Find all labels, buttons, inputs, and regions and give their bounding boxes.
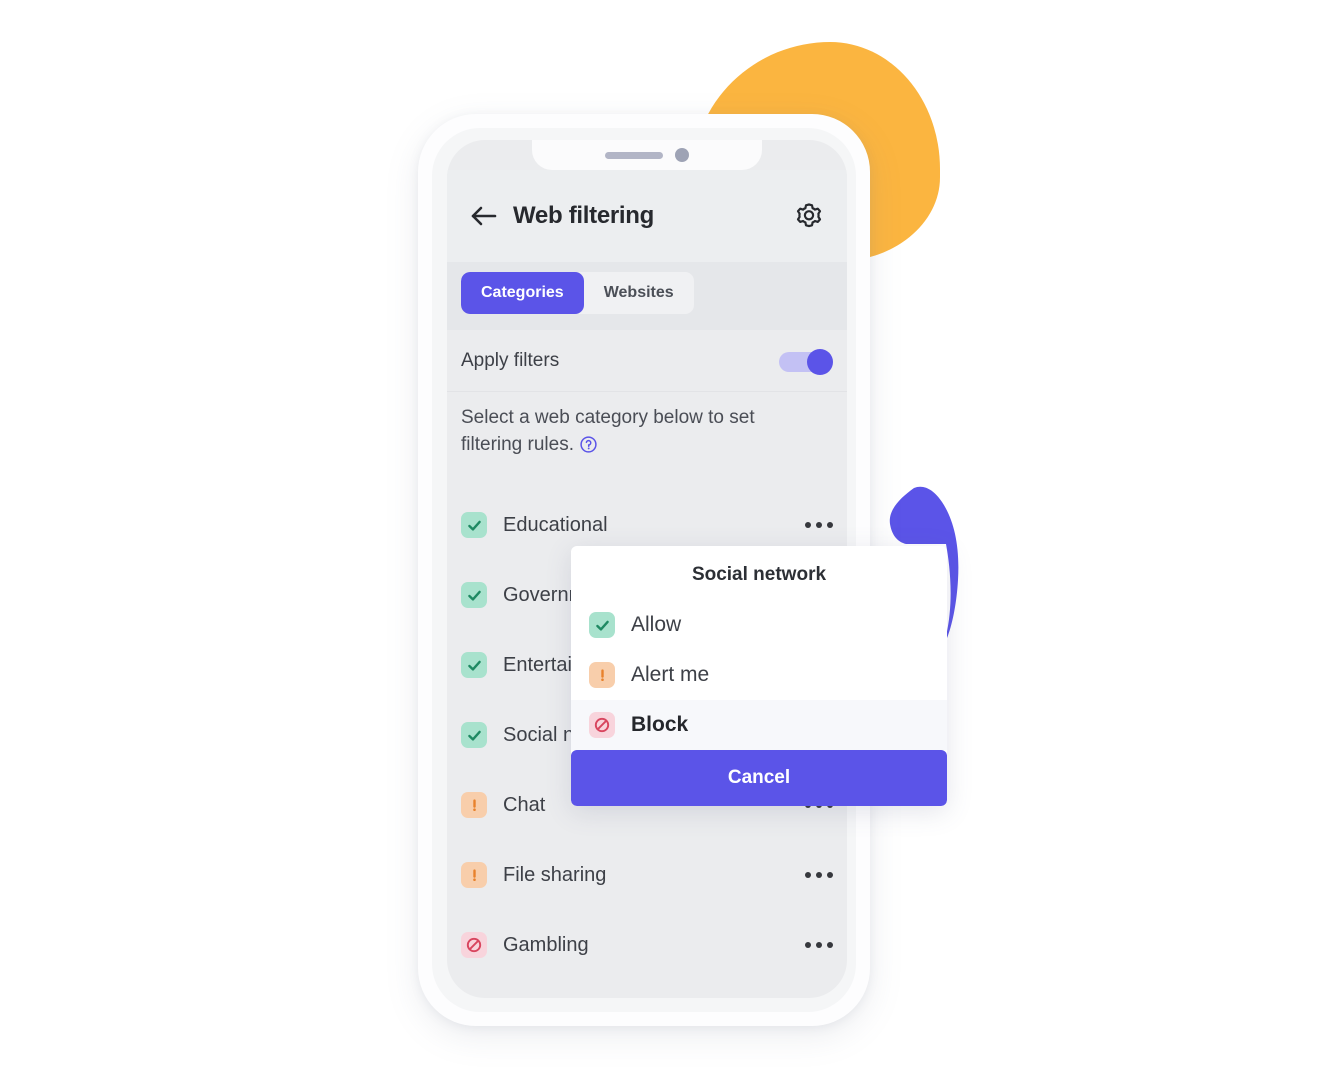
tab-categories[interactable]: Categories: [461, 272, 584, 314]
more-horizontal-icon[interactable]: [805, 522, 833, 528]
gear-icon[interactable]: [793, 200, 825, 232]
apply-filters-toggle[interactable]: [779, 348, 833, 375]
option-label: Alert me: [631, 663, 710, 686]
check-icon: [461, 582, 487, 608]
alert-icon: [461, 862, 487, 888]
app-header: Web filtering: [447, 170, 847, 262]
check-icon: [461, 512, 487, 538]
category-row-gambling[interactable]: Gambling: [447, 910, 847, 980]
phone-notch: [532, 140, 762, 170]
category-label: Educational: [503, 513, 608, 536]
tab-websites[interactable]: Websites: [584, 272, 694, 314]
check-icon: [461, 722, 487, 748]
apply-filters-label: Apply filters: [461, 349, 560, 371]
action-sheet-dialog: Social network Allow Alert me Block Canc…: [571, 546, 947, 806]
category-label: Chat: [503, 793, 546, 816]
block-icon: [589, 712, 615, 738]
illustration-stage: Web filtering Categories Websites Apply …: [0, 0, 1333, 1080]
apply-filters-row: Apply filters: [447, 330, 847, 392]
category-label: File sharing: [503, 863, 607, 886]
category-row-file-sharing[interactable]: File sharing: [447, 840, 847, 910]
more-horizontal-icon[interactable]: [805, 942, 833, 948]
action-sheet-option-block[interactable]: Block: [571, 700, 947, 750]
question-circle-icon[interactable]: [580, 436, 597, 453]
check-icon: [589, 612, 615, 638]
alert-icon: [461, 792, 487, 818]
alert-icon: [589, 662, 615, 688]
action-sheet-option-alert-me[interactable]: Alert me: [571, 650, 947, 700]
description-block: Select a web category below to set filte…: [461, 404, 791, 458]
tab-bar: Categories Websites: [447, 262, 847, 330]
front-camera-icon: [675, 148, 689, 162]
category-label: Gambling: [503, 933, 589, 956]
more-horizontal-icon[interactable]: [805, 872, 833, 878]
block-icon: [461, 932, 487, 958]
tab-group: Categories Websites: [461, 272, 694, 314]
action-sheet-option-allow[interactable]: Allow: [571, 600, 947, 650]
speaker-grill-icon: [605, 151, 663, 159]
check-icon: [461, 652, 487, 678]
arrow-left-icon[interactable]: [469, 201, 499, 231]
description-text: Select a web category below to set filte…: [461, 407, 755, 455]
option-label: Allow: [631, 613, 682, 636]
cancel-button[interactable]: Cancel: [571, 750, 947, 806]
toggle-knob: [807, 348, 833, 375]
action-sheet-title: Social network: [691, 564, 827, 585]
option-label: Block: [631, 713, 689, 736]
page-title: Web filtering: [513, 202, 654, 229]
